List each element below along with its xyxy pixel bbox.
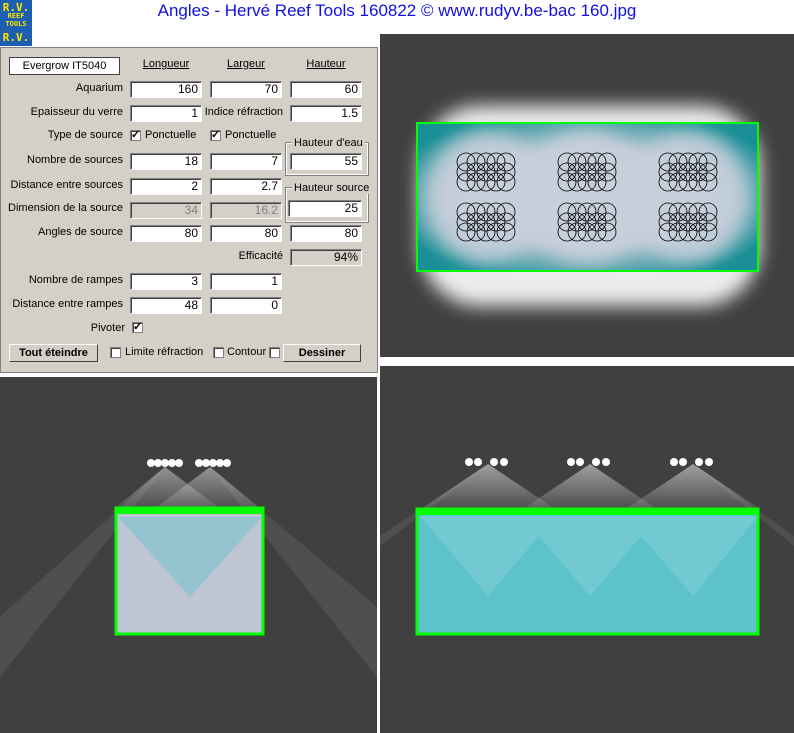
refraction-index-input[interactable]: 1.5 bbox=[290, 105, 362, 122]
source-type-option-2: Ponctuelle bbox=[225, 129, 277, 141]
ramp-distance-input-1[interactable]: 48 bbox=[130, 297, 202, 314]
pivot-checkbox[interactable]: ✓ bbox=[132, 322, 143, 333]
draw-button[interactable]: Dessiner bbox=[283, 344, 361, 362]
source-type-checkbox-1[interactable]: ✓ bbox=[130, 130, 141, 141]
source-angles-label: Angles de source bbox=[38, 226, 123, 238]
source-dimension-label: Dimension de la source bbox=[8, 202, 123, 214]
side-leds bbox=[147, 459, 231, 467]
aquarium-width-input[interactable]: 70 bbox=[210, 81, 282, 98]
glass-thickness-input[interactable]: 1 bbox=[130, 105, 202, 122]
source-count-input-2[interactable]: 7 bbox=[210, 153, 282, 170]
logo-line: R.V. bbox=[2, 31, 30, 44]
source-angle-input-1[interactable]: 80 bbox=[130, 225, 202, 242]
pivot-label: Pivoter bbox=[90, 322, 125, 334]
water-height-label: Hauteur d'eau bbox=[292, 137, 365, 149]
aquarium-length-input[interactable]: 160 bbox=[130, 81, 202, 98]
col-header-height: Hauteur bbox=[306, 58, 346, 70]
side-view-canvas bbox=[0, 377, 377, 733]
source-type-checkbox-2[interactable]: ✓ bbox=[210, 130, 221, 141]
side-view-drawing bbox=[0, 459, 377, 677]
efficiency-label: Efficacité bbox=[238, 250, 283, 262]
water-height-input[interactable]: 55 bbox=[290, 153, 362, 170]
source-count-input-1[interactable]: 18 bbox=[130, 153, 202, 170]
source-dimension-input-2: 16.2 bbox=[210, 202, 282, 219]
source-angle-input-3[interactable]: 80 bbox=[290, 225, 362, 242]
turn-off-all-button[interactable]: Tout éteindre bbox=[9, 344, 98, 362]
extra-checkbox[interactable] bbox=[269, 347, 280, 358]
source-angle-input-2[interactable]: 80 bbox=[210, 225, 282, 242]
logo-line: TOOLS bbox=[5, 20, 27, 28]
limit-refraction-checkbox[interactable] bbox=[110, 347, 121, 358]
settings-panel: Evergrow IT5040 Longueur Largeur Hauteur… bbox=[0, 47, 378, 373]
light-spots bbox=[426, 132, 748, 262]
aquarium-label: Aquarium bbox=[75, 82, 123, 94]
source-height-label: Hauteur source bbox=[292, 182, 372, 194]
contour-checkbox[interactable] bbox=[213, 347, 224, 358]
source-height-input[interactable]: 25 bbox=[288, 200, 362, 217]
front-view-canvas bbox=[380, 366, 794, 733]
limit-refraction-label: Limite réfraction bbox=[125, 346, 204, 358]
model-name-box[interactable]: Evergrow IT5040 bbox=[9, 57, 120, 75]
source-distance-input-2[interactable]: 2.7 bbox=[210, 178, 282, 195]
top-view-canvas bbox=[380, 34, 794, 357]
ramp-distance-label: Distance entre rampes bbox=[12, 298, 123, 310]
col-header-width: Largeur bbox=[227, 58, 265, 70]
logo-line: REEF bbox=[7, 12, 25, 20]
ramp-count-label: Nombre de rampes bbox=[28, 274, 123, 286]
ramp-distance-input-2[interactable]: 0 bbox=[210, 297, 282, 314]
source-count-label: Nombre de sources bbox=[27, 154, 123, 166]
source-type-label: Type de source bbox=[47, 129, 123, 141]
source-type-option-1: Ponctuelle bbox=[145, 129, 197, 141]
window-title: Angles - Hervé Reef Tools 160822 © www.r… bbox=[157, 1, 637, 20]
top-view-drawing bbox=[416, 106, 760, 306]
front-view-drawing bbox=[380, 458, 794, 636]
contour-label: Contour bbox=[227, 346, 267, 358]
source-distance-input-1[interactable]: 2 bbox=[130, 178, 202, 195]
col-header-length: Longueur bbox=[142, 58, 190, 70]
source-distance-label: Distance entre sources bbox=[10, 179, 124, 191]
app-logo: R.V. REEF TOOLS R.V. bbox=[0, 0, 32, 46]
aquarium-height-input[interactable]: 60 bbox=[290, 81, 362, 98]
ramp-count-input-1[interactable]: 3 bbox=[130, 273, 202, 290]
source-dimension-input-1: 34 bbox=[130, 202, 202, 219]
efficiency-value: 94% bbox=[290, 249, 362, 266]
glass-label: Epaisseur du verre bbox=[30, 106, 123, 118]
refraction-label: Indice réfraction bbox=[204, 106, 283, 118]
ramp-count-input-2[interactable]: 1 bbox=[210, 273, 282, 290]
